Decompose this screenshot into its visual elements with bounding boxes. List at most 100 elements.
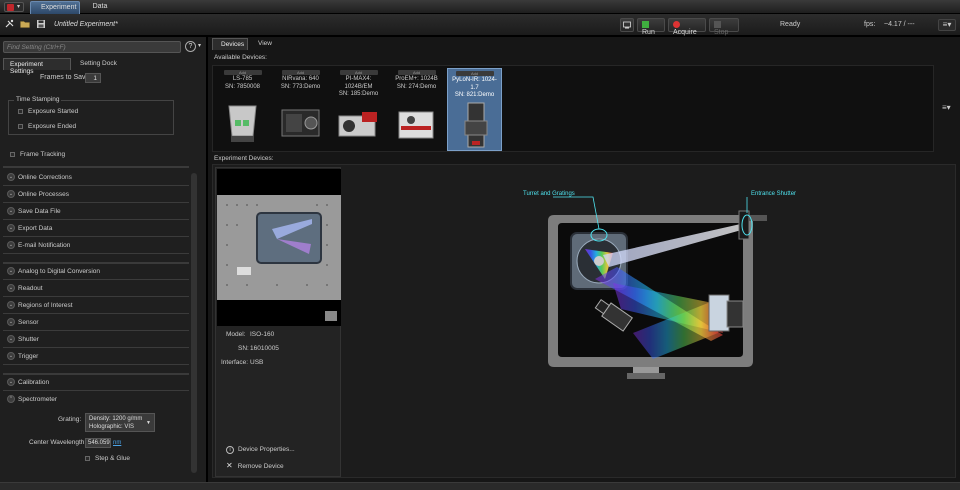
close-icon: ✕: [226, 461, 233, 470]
section-save-data-file[interactable]: ⌄ Save Data File: [3, 204, 189, 220]
chevron-down-icon: ⌄: [7, 224, 15, 232]
stop-button[interactable]: Stop: [709, 18, 739, 36]
tab-setting-dock[interactable]: Setting Dock: [74, 58, 124, 70]
save-icon[interactable]: [36, 19, 46, 29]
acquire-icon: [673, 21, 680, 28]
sn-value: 16010005: [250, 345, 279, 352]
add-device-button[interactable]: Add: [339, 70, 378, 75]
section-online-processes[interactable]: ⌄ Online Processes: [3, 187, 189, 203]
tab-experiment[interactable]: Experiment: [30, 1, 80, 14]
chevron-down-icon: ⌄: [7, 378, 15, 386]
run-icon: [642, 21, 649, 28]
available-devices-list: Add LS-785 SN: 7850008 Add NIRvana: 640 …: [212, 65, 934, 152]
chevron-down-icon: ⌄: [7, 352, 15, 360]
tab-devices[interactable]: Devices: [212, 38, 248, 50]
chevron-down-icon: ⌄: [7, 301, 15, 309]
stop-label: Stop: [714, 29, 729, 36]
open-folder-icon[interactable]: [20, 19, 30, 29]
model-label: Model:: [226, 331, 246, 338]
toolbar: Untitled Experiment* Run Acquire Stop Re…: [0, 14, 960, 36]
acquire-label: Acquire: [673, 29, 697, 36]
chevron-down-icon: ⌄: [7, 284, 15, 292]
info-icon: i: [226, 446, 234, 454]
run-button[interactable]: Run: [637, 18, 665, 36]
device-tile-ls-785[interactable]: Add LS-785 SN: 7850008: [215, 68, 270, 151]
exposure-started-checkbox[interactable]: [18, 109, 23, 114]
acquire-button[interactable]: Acquire: [668, 18, 706, 36]
device-tile-proem[interactable]: Add ProEM+: 1024B SN: 274:Demo: [389, 68, 444, 151]
tab-data[interactable]: Data: [82, 1, 118, 14]
camera-device-image: [398, 111, 434, 139]
remove-device-link[interactable]: ✕ Remove Device: [226, 461, 284, 470]
status-text: Ready: [780, 21, 801, 28]
stop-icon: [714, 21, 721, 28]
add-device-button[interactable]: Add: [281, 70, 320, 75]
tab-experiment-settings[interactable]: Experiment Settings: [3, 58, 71, 75]
monitor-icon: [623, 21, 631, 29]
step-glue-label: Step & Glue: [95, 455, 131, 462]
frames-to-save-input[interactable]: 1: [85, 73, 101, 83]
device-tile-pylon-ir[interactable]: Add PyLoN-IR: 1024-1.7 SN: 821:Demo: [447, 68, 502, 151]
device-tile-nirvana-640[interactable]: Add NIRvana: 640 SN: 773:Demo: [273, 68, 328, 151]
model-value: ISO-160: [250, 331, 275, 338]
section-trigger[interactable]: ⌄ Trigger: [3, 349, 189, 365]
section-shutter[interactable]: ⌄ Shutter: [3, 332, 189, 348]
exposure-ended-checkbox[interactable]: [18, 124, 23, 129]
center-wavelength-label: Center Wavelength:: [29, 439, 87, 446]
exposure-started-label: Exposure Started: [28, 108, 79, 115]
section-spectrometer[interactable]: ⌃ Spectrometer: [3, 392, 189, 408]
title-bar: ▾ Experiment Data: [0, 0, 960, 14]
experiment-devices-title: Experiment Devices:: [214, 155, 274, 162]
chevron-down-icon: ⌄: [7, 190, 15, 198]
app-menu-button[interactable]: ▾: [4, 2, 24, 12]
camera-device-image: [338, 112, 377, 137]
devices-panel: Devices View Available Devices: Add LS-7…: [208, 37, 960, 482]
section-analog-to-digital[interactable]: ⌄ Analog to Digital Conversion: [3, 264, 189, 280]
grating-select[interactable]: Density: 1200 g/mm Holographic: VIS ▼: [85, 413, 155, 432]
grating-label: Grating:: [58, 416, 82, 423]
interface-value: USB: [250, 359, 264, 366]
spectrometer-schematic: [548, 196, 767, 379]
display-toggle-button[interactable]: [620, 18, 634, 32]
section-online-corrections[interactable]: ⌄ Online Corrections: [3, 170, 189, 186]
section-export-data[interactable]: ⌄ Export Data: [3, 221, 189, 237]
chevron-down-icon: ⌄: [7, 173, 15, 181]
devices-menu-icon[interactable]: ≡▾: [942, 103, 951, 112]
help-icon[interactable]: ?: [185, 41, 196, 52]
add-device-button[interactable]: Add: [455, 71, 494, 76]
section-readout[interactable]: ⌄ Readout: [3, 281, 189, 297]
chevron-down-icon[interactable]: ▾: [198, 42, 201, 49]
section-sensor[interactable]: ⌄ Sensor: [3, 315, 189, 331]
section-email-notification[interactable]: ⌄ E-mail Notification: [3, 238, 189, 254]
frame-tracking-checkbox[interactable]: [10, 152, 15, 157]
add-device-button[interactable]: Add: [397, 70, 436, 75]
chevron-down-icon: ⌄: [7, 267, 15, 275]
laser-device-image: [228, 105, 257, 142]
chevron-down-icon: ▼: [146, 420, 151, 426]
wavelength-unit-link[interactable]: nm: [113, 440, 121, 446]
section-regions-of-interest[interactable]: ⌄ Regions of Interest: [3, 298, 189, 314]
center-wavelength-input[interactable]: 546.059: [85, 438, 111, 448]
add-device-button[interactable]: Add: [223, 70, 262, 75]
sn-label: SN:: [238, 345, 249, 352]
settings-scrollbar[interactable]: [190, 73, 198, 478]
device-tile-pi-max4[interactable]: Add PI-MAX4: 1024B/EM SN: 185:Demo: [331, 68, 386, 151]
step-glue-checkbox[interactable]: [85, 456, 90, 461]
chevron-down-icon: ⌄: [7, 318, 15, 326]
find-setting-input[interactable]: Find Setting (Ctrl+F): [3, 41, 181, 53]
device-properties-link[interactable]: i Device Properties...: [226, 446, 295, 454]
camera-device-image: [464, 102, 488, 148]
available-devices-title: Available Devices:: [214, 54, 267, 61]
device-card[interactable]: Model: ISO-160 SN: 16010005 Interface: U…: [215, 167, 341, 477]
new-experiment-icon[interactable]: [5, 19, 15, 29]
frame-tracking-label: Frame Tracking: [20, 151, 66, 158]
frames-to-save-label: Frames to Save:: [40, 74, 92, 81]
toolbar-menu-icon[interactable]: ≡▾: [938, 19, 956, 31]
camera-device-image: [281, 109, 320, 137]
section-calibration[interactable]: ⌄ Calibration: [3, 375, 189, 391]
interface-label: Interface:: [221, 359, 249, 366]
app-logo-icon: [7, 4, 14, 11]
chevron-up-icon: ⌃: [7, 395, 15, 403]
tab-view[interactable]: View: [250, 38, 278, 50]
fps-value: ~4.17 / ---: [884, 21, 915, 28]
